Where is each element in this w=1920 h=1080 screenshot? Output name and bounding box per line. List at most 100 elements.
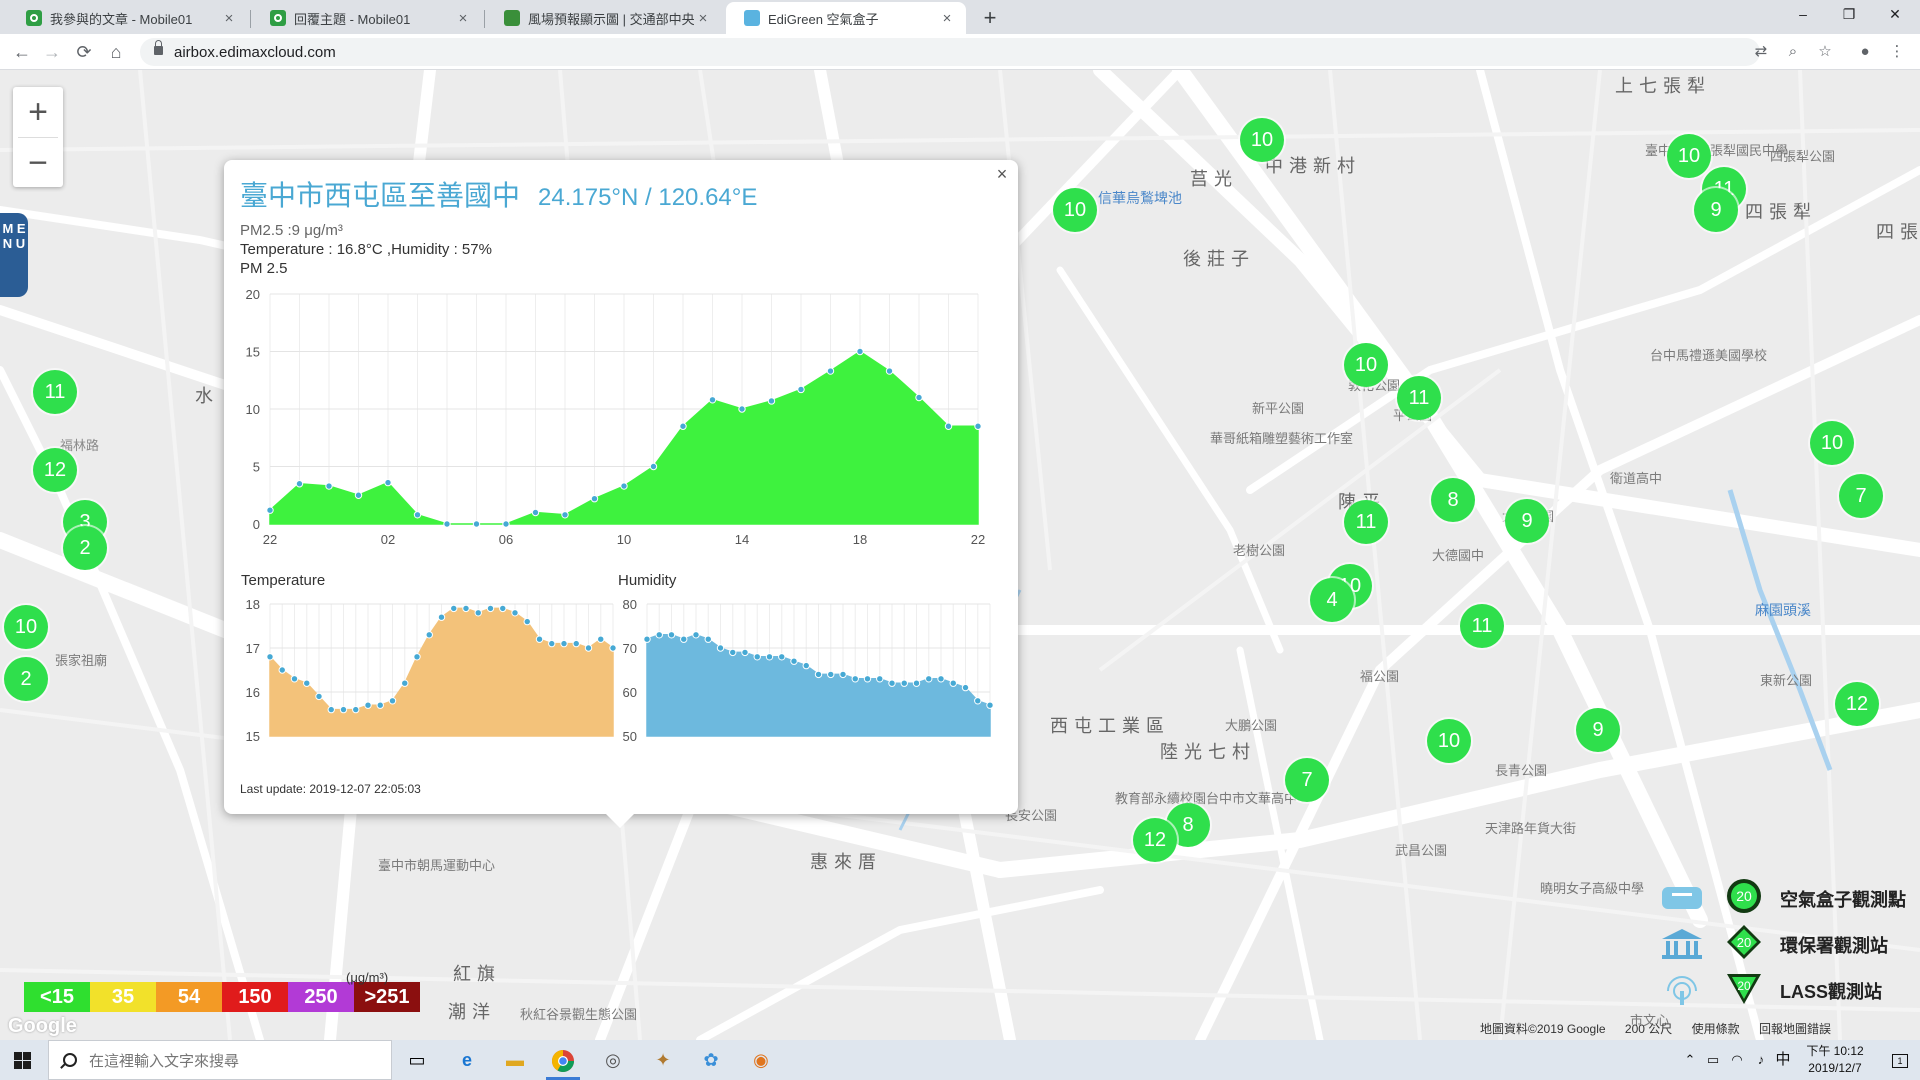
data-point	[856, 347, 864, 356]
tray-overflow-icon[interactable]: ⌃	[1680, 1040, 1700, 1080]
back-arrow-icon[interactable]: ←	[8, 38, 36, 66]
data-point	[937, 675, 945, 683]
data-point	[413, 653, 421, 661]
tab-mobile01-reply[interactable]: 回覆主題 - Mobile01 ×	[252, 2, 482, 34]
sensor-marker[interactable]: 2	[4, 657, 48, 701]
tab-close-icon[interactable]: ×	[694, 10, 712, 27]
app-compass-icon[interactable]: ◎	[592, 1044, 634, 1076]
data-point	[885, 367, 894, 375]
sensor-marker[interactable]: 12	[1133, 818, 1177, 862]
data-point	[584, 644, 593, 652]
data-point	[790, 657, 798, 665]
tab-mobile01-articles[interactable]: 我參與的文章 - Mobile01 ×	[8, 2, 248, 34]
taskbar-search-box[interactable]	[48, 1040, 392, 1080]
tab-close-icon[interactable]: ×	[938, 10, 956, 27]
sensor-marker[interactable]: 10	[1240, 118, 1284, 162]
place-label: 後莊子	[1183, 249, 1255, 269]
data-point	[680, 635, 688, 643]
data-point	[352, 705, 360, 714]
sensor-marker[interactable]: 11	[33, 370, 77, 414]
data-point	[827, 670, 835, 679]
window-close-button[interactable]: ✕	[1872, 0, 1918, 30]
forward-arrow-icon[interactable]: →	[38, 38, 66, 66]
data-point	[974, 422, 982, 430]
data-point	[925, 675, 933, 683]
data-point	[765, 653, 774, 661]
edigreen-favicon-icon	[744, 10, 760, 26]
side-menu-tab[interactable]: M E N U	[0, 213, 28, 297]
blender-icon[interactable]: ◉	[740, 1044, 782, 1076]
window-restore-button[interactable]: ❐	[1826, 0, 1872, 30]
sensor-marker[interactable]: 7	[1285, 758, 1329, 802]
tab-close-icon[interactable]: ×	[454, 10, 472, 27]
browser-menu-icon[interactable]: ⋮	[1884, 38, 1910, 66]
window-minimize-button[interactable]: –	[1780, 0, 1826, 30]
sensor-marker[interactable]: 11	[1344, 500, 1388, 544]
data-point	[729, 648, 737, 657]
system-clock[interactable]: 下午 10:12 2019/12/7	[1790, 1043, 1880, 1077]
sensor-marker[interactable]: 11	[1460, 604, 1504, 648]
sensor-marker[interactable]: 9	[1576, 708, 1620, 752]
taskbar-search-input[interactable]	[89, 1049, 379, 1073]
zoom-icon[interactable]: ⌕	[1780, 38, 1806, 66]
station-info-popup: × 臺中市西屯區至善國中 24.175°N / 120.64°E PM2.5 :9…	[224, 160, 1018, 828]
sensor-marker[interactable]: 10	[1427, 719, 1471, 763]
sensor-marker[interactable]: 2	[63, 526, 107, 570]
address-bar[interactable]: airbox.edimaxcloud.com	[140, 38, 1760, 66]
zoom-out-button[interactable]: −	[13, 138, 63, 188]
tab-cwb-wind[interactable]: 風場預報顯示圖 | 交通部中央氣象 ×	[486, 2, 722, 34]
sensor-marker[interactable]: 4	[1310, 578, 1354, 622]
app-bird-icon[interactable]: ✦	[642, 1044, 684, 1076]
air-quality-map[interactable]: 上七張犁 中港新村 臺中市立四張犁國民中學 四張犁公園 四張犁 四張 台中馬禮遜美國學校 莒光…	[0, 70, 1920, 1040]
translate-icon[interactable]: ⇄	[1748, 38, 1774, 66]
edge-browser-icon[interactable]: e	[446, 1044, 488, 1076]
sensor-marker[interactable]: 10	[1810, 421, 1854, 465]
y-tick-label: 15	[246, 345, 260, 360]
data-point	[741, 648, 749, 657]
tab-close-icon[interactable]: ×	[220, 10, 238, 27]
reload-icon[interactable]: ⟳	[70, 38, 98, 66]
data-point	[572, 639, 580, 648]
chrome-browser-icon[interactable]	[542, 1044, 584, 1080]
place-label: 惠來厝	[810, 852, 882, 872]
sensor-marker[interactable]: 11	[1397, 376, 1441, 420]
sensor-marker[interactable]: 10	[1053, 188, 1097, 232]
map-data-credit: 地圖資料©2019 Google	[1480, 1022, 1606, 1036]
sensor-marker[interactable]: 9	[1694, 188, 1738, 232]
windows-start-icon[interactable]	[14, 1052, 31, 1069]
tab-separator	[250, 10, 251, 28]
legend-bin-sensitive: 54	[156, 982, 222, 1012]
data-point	[851, 675, 859, 683]
map-terms-link[interactable]: 使用條款	[1692, 1022, 1740, 1036]
data-point	[548, 639, 556, 648]
sensor-marker[interactable]: 12	[1835, 682, 1879, 726]
tab-edigreen-airbox[interactable]: EdiGreen 空氣盒子 ×	[726, 2, 966, 34]
legend-bin-hazardous: >251	[354, 982, 420, 1012]
action-center-icon[interactable]: 1	[1886, 1040, 1914, 1080]
sensor-marker[interactable]: 9	[1505, 499, 1549, 543]
home-icon[interactable]: ⌂	[102, 38, 130, 66]
x-tick-label: 22	[971, 532, 985, 547]
sensor-marker[interactable]: 8	[1431, 478, 1475, 522]
task-view-icon[interactable]: ▭	[396, 1044, 438, 1076]
profile-avatar-icon[interactable]: ●	[1852, 38, 1878, 66]
wifi-icon[interactable]: ◠	[1726, 1040, 1748, 1080]
volume-icon[interactable]: ♪	[1750, 1040, 1772, 1080]
place-label: 潮洋	[448, 1002, 496, 1022]
data-point	[401, 679, 409, 687]
map-report-link[interactable]: 回報地圖錯誤	[1759, 1022, 1831, 1036]
sensor-marker[interactable]: 10	[1344, 343, 1388, 387]
zoom-in-button[interactable]: +	[13, 87, 63, 137]
battery-icon[interactable]: ▭	[1702, 1040, 1724, 1080]
sensor-marker[interactable]: 7	[1839, 474, 1883, 518]
clock-date: 2019/12/7	[1808, 1061, 1862, 1075]
place-label: 大鵬公園	[1225, 718, 1278, 733]
sensor-marker[interactable]: 12	[33, 448, 77, 492]
new-tab-button[interactable]: +	[976, 4, 1004, 32]
sensor-marker[interactable]: 10	[1667, 134, 1711, 178]
file-explorer-icon[interactable]: ▬	[494, 1044, 536, 1076]
app-network-icon[interactable]: ✿	[690, 1044, 732, 1076]
sensor-marker[interactable]: 10	[4, 605, 48, 649]
place-label: 臺中市朝馬運動中心	[378, 858, 496, 873]
bookmark-star-icon[interactable]: ☆	[1812, 38, 1838, 66]
